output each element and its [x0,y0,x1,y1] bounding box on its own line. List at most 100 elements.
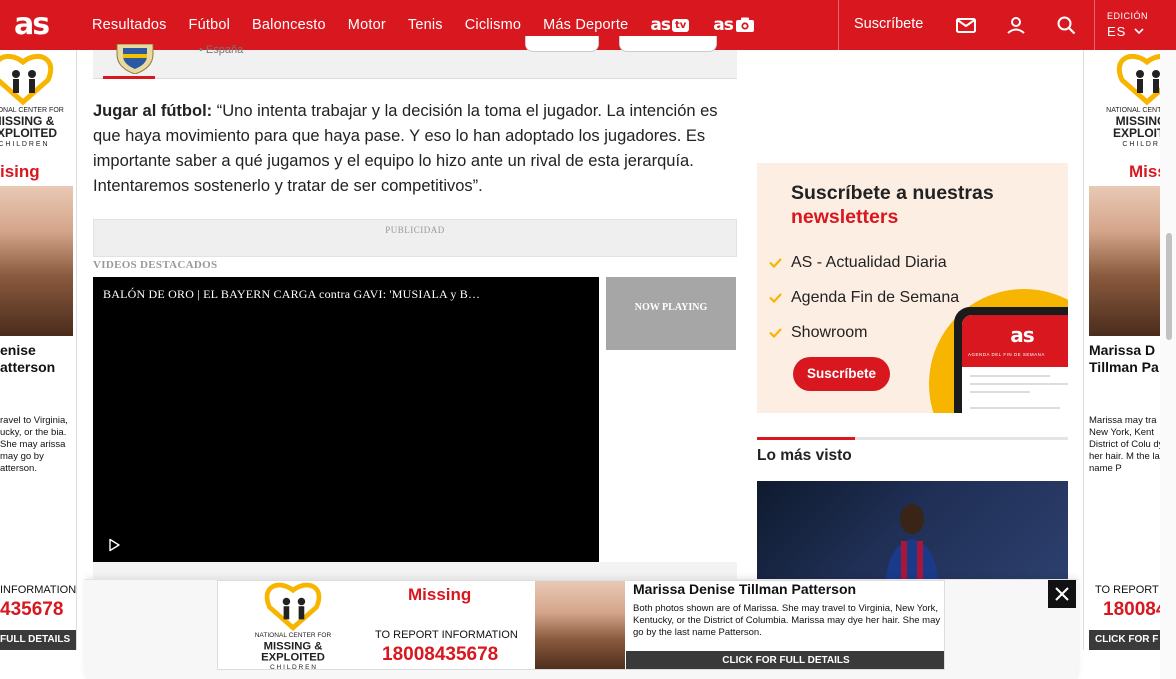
newsletter-title: Suscríbete a nuestras [791,182,994,204]
svg-text:C H I L D R E N: C H I L D R E N [270,664,316,670]
newsletter-box: Suscríbete a nuestras newsletters AS - A… [757,163,1068,413]
header-divider [838,0,839,50]
nav-item-baloncesto[interactable]: Baloncesto [252,17,326,33]
missing-children-logo-icon: NATIONAL CENTER FOR MISSING & EXPLOITED … [0,53,64,148]
phone-screen-line [970,375,1050,377]
svg-text:C H I L D R E N: C H I L D R E N [0,141,48,148]
svg-text:EXPLOITED: EXPLOITED [0,126,57,140]
header-divider [1094,0,1095,50]
edition-value: ES [1107,24,1127,39]
ad-missing-heading: Missing [408,585,472,604]
most-viewed-accent [757,437,855,440]
missing-child-photo [535,581,625,669]
video-player[interactable]: BALÓN DE ORO | EL BAYERN CARGA contra GA… [93,277,599,562]
ad-report-label: TO REPORT INFORMATION [375,629,518,641]
as-tv-logo-text: as [650,15,671,35]
now-playing-thumbnail[interactable]: NOW PLAYING [606,277,736,350]
newsletter-title-accent: newsletters [791,206,899,228]
ad-missing-heading: ising [0,162,40,181]
ad-child-name: enise atterson [0,342,55,376]
check-icon [769,293,782,303]
ad-child-name-line2: atterson [0,359,56,375]
team-active-indicator [103,76,155,79]
nav-item-tenis[interactable]: Tenis [408,17,443,33]
as-photo-link[interactable]: as [713,15,755,35]
article-paragraph: Jugar al fútbol: “Uno intenta trabajar y… [93,99,737,199]
camera-icon [735,17,754,32]
most-viewed-image[interactable] [757,481,1068,581]
ad-description: Both photos shown are of Marissa. She ma… [633,603,941,638]
ad-description: ravel to Virginia, ucky, or the bia. She… [0,415,68,474]
as-tv-link[interactable]: as tv [650,15,690,35]
ad-child-name: Marissa D Tillman Pa [1089,342,1159,376]
team-card: • España [93,36,737,79]
missing-children-logo-icon: NATIONAL CENTER FOR MISSING & EXPLOITED … [255,582,332,670]
newsletter-option: AS - Actualidad Diaria [769,254,947,272]
newsletter-option: Agenda Fin de Semana [769,289,959,307]
phone-screen-line [970,391,1030,393]
ad-label: PUBLICIDAD [385,225,445,235]
newsletter-option-label: AS - Actualidad Diaria [791,254,947,271]
team-card-button[interactable] [525,36,599,52]
paragraph-lead: Jugar al fútbol: [93,102,213,120]
tv-badge: tv [671,18,690,32]
edition-selector[interactable]: ES [1107,24,1144,39]
most-viewed-title: Lo más visto [757,447,852,464]
team-card-button[interactable] [619,36,717,52]
newsletter-option: Showroom [769,324,867,342]
ad-report-label: INFORMATION [0,584,77,596]
check-icon [769,328,782,338]
ad-phone-number: 435678 [0,599,64,620]
as-logo[interactable]: as [14,8,64,42]
ad-child-name-line1: Marissa D [1089,342,1156,358]
video-title: BALÓN DE ORO | EL BAYERN CARGA contra GA… [103,287,481,301]
phone-screen-logo: as [962,315,1068,367]
close-icon [1055,587,1069,601]
phone-screen: as AGENDA DEL FIN DE SEMANA [962,315,1068,413]
videos-section-title: VIDEOS DESTACADOS [93,259,218,271]
ad-phone-number: 180084 [1103,599,1167,620]
svg-text:NATIONAL CENTER FOR: NATIONAL CENTER FOR [0,107,64,114]
play-icon[interactable] [107,538,121,552]
mail-icon[interactable] [954,13,978,37]
svg-text:NATIONAL CENTER FOR: NATIONAL CENTER FOR [255,632,332,639]
phone-screen-line [970,383,1068,385]
phone-screen-caption: AGENDA DEL FIN DE SEMANA [968,352,1045,357]
svg-text:EXPLOITED: EXPLOITED [261,652,325,664]
phone-screen-line [970,407,1060,409]
ad-details-button[interactable]: FULL DETAILS [0,630,76,650]
user-icon[interactable] [1004,13,1028,37]
svg-text:MISSING &: MISSING & [264,640,323,652]
search-icon[interactable] [1054,13,1078,37]
ad-child-name: Marissa Denise Tillman Patterson [633,581,857,597]
left-skyscraper-ad[interactable]: NATIONAL CENTER FOR MISSING & EXPLOITED … [0,50,77,650]
nav-item-mas-deporte[interactable]: Más Deporte [543,17,628,33]
ad-placeholder: PUBLICIDAD [93,219,737,257]
phone-mockup: as AGENDA DEL FIN DE SEMANA [954,307,1068,413]
as-photo-logo-text: as [713,15,734,35]
page-scrollbar-track[interactable] [1160,50,1176,679]
football-player-image [885,504,939,581]
ad-report-label: TO REPORT [1095,584,1159,596]
newsletter-option-label: Showroom [791,324,868,341]
team-country: • España [199,44,244,56]
nav-item-futbol[interactable]: Fútbol [189,17,231,33]
newsletter-subscribe-button[interactable]: Suscríbete [793,357,890,391]
missing-child-photo [0,186,73,336]
ad-details-button[interactable]: CLICK FOR FULL DETAILS [626,651,944,669]
chevron-down-icon [1134,28,1144,35]
subscribe-link[interactable]: Suscríbete [854,16,923,32]
ad-child-name-line2: Tillman Pa [1089,359,1159,375]
ad-child-name-line1: enise [0,342,36,358]
check-icon [769,258,782,268]
sticky-bottom-ad[interactable]: NATIONAL CENTER FOR MISSING & EXPLOITED … [217,580,945,670]
nav-item-ciclismo[interactable]: Ciclismo [465,17,521,33]
page-scrollbar-thumb[interactable] [1166,233,1172,340]
ad-phone-number: 18008435678 [382,644,499,665]
edition-label: EDICIÓN [1107,11,1149,21]
newsletter-option-label: Agenda Fin de Semana [791,289,960,306]
team-crest-icon [116,44,154,74]
close-ad-button[interactable] [1048,580,1076,608]
nav-item-motor[interactable]: Motor [348,17,386,33]
nav-item-resultados[interactable]: Resultados [92,17,167,33]
